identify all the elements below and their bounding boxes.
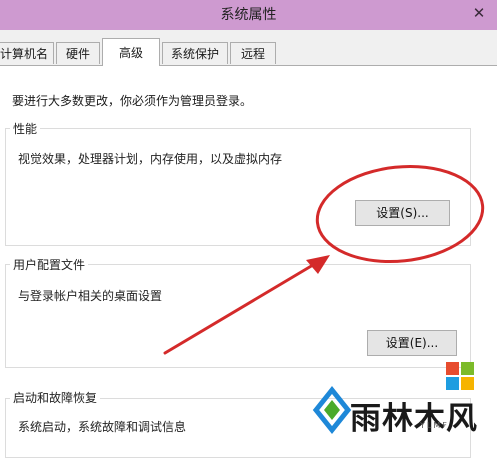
annotation-arrow-line	[163, 260, 320, 355]
tab-advanced[interactable]: 高级	[102, 38, 160, 66]
watermark-subtext: YLMF	[420, 421, 449, 430]
watermark-text: 雨林木风	[350, 401, 478, 437]
annotation-arrow-head	[306, 255, 330, 274]
tab-label: 高级	[118, 46, 143, 60]
windows-logo-icon	[446, 362, 474, 390]
annotation-circle	[315, 164, 485, 264]
annotation-overlay	[163, 164, 485, 355]
